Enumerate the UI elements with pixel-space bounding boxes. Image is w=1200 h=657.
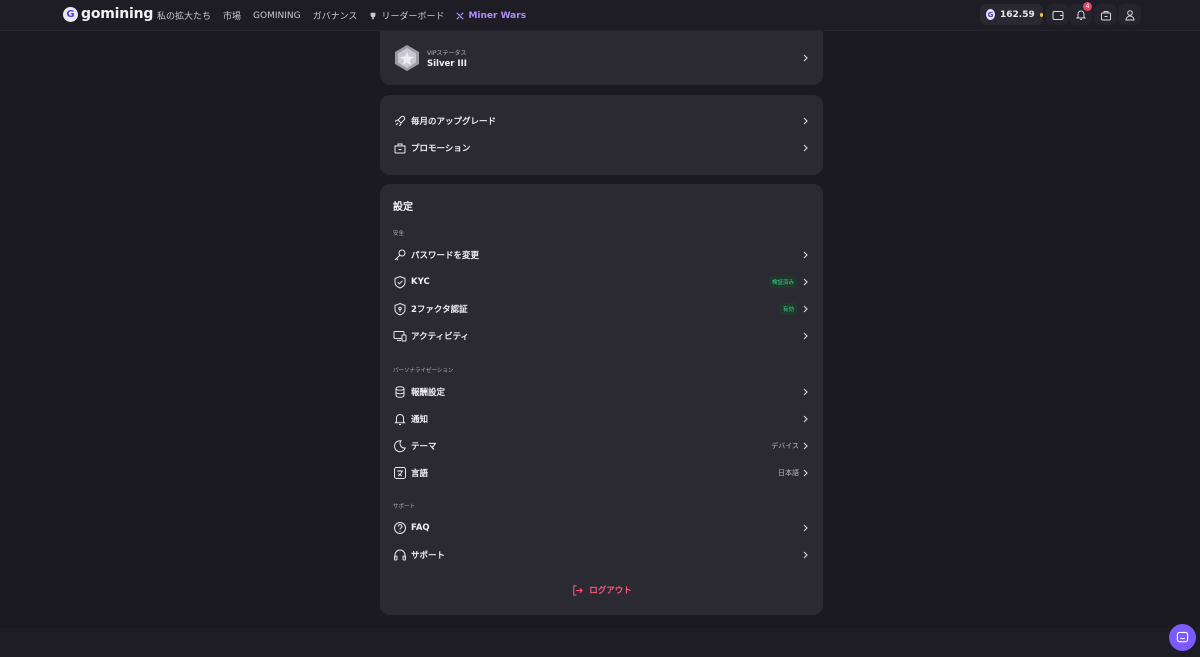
moon-icon xyxy=(394,439,406,452)
swords-icon xyxy=(456,11,465,20)
kyc-label: KYC xyxy=(411,276,430,287)
rocket-icon xyxy=(395,115,406,126)
shop-button[interactable] xyxy=(1094,4,1117,25)
monthly-upgrade-label: 毎月のアップグレード xyxy=(411,116,497,127)
footer xyxy=(0,628,1200,657)
language-label: 言語 xyxy=(411,468,429,479)
reward-settings-row[interactable]: 報酬設定 xyxy=(380,378,823,405)
activity-label: アクティビティ xyxy=(411,331,470,342)
chevron-right-icon xyxy=(803,117,808,124)
settings-title: 設定 xyxy=(393,202,413,213)
support-chat-button[interactable] xyxy=(1169,624,1196,651)
shield-check-icon xyxy=(394,275,406,289)
vip-status-value: Silver III xyxy=(427,59,467,69)
question-circle-icon xyxy=(394,521,406,534)
faq-row[interactable]: FAQ xyxy=(380,514,823,541)
chevron-right-icon xyxy=(803,388,808,395)
monthly-upgrade-row[interactable]: 毎月のアップグレード xyxy=(380,107,823,134)
language-row[interactable]: 言語 日本語 xyxy=(380,459,823,486)
wallet-button[interactable] xyxy=(1046,4,1069,25)
logout-label: ログアウト xyxy=(589,586,632,596)
support-label: サポート xyxy=(411,550,446,561)
chevron-right-icon xyxy=(803,442,808,449)
promotions-row[interactable]: プロモーション xyxy=(380,134,823,161)
nav-leaderboard-label: リーダーボード xyxy=(381,12,445,22)
activity-row[interactable]: アクティビティ xyxy=(380,322,823,349)
support-section-label: サポート xyxy=(393,504,416,510)
wallet-icon xyxy=(1052,10,1063,20)
chevron-right-icon xyxy=(803,54,808,62)
chevron-right-icon xyxy=(803,251,808,258)
security-section-label: 安全 xyxy=(393,231,405,237)
reward-settings-label: 報酬設定 xyxy=(411,387,446,398)
vip-status-label: VIPステータス xyxy=(427,50,467,57)
notifications-row[interactable]: 通知 xyxy=(380,405,823,432)
logo-text: gomining xyxy=(81,6,154,22)
chevron-right-icon xyxy=(803,551,808,558)
change-password-label: パスワードを変更 xyxy=(411,250,480,261)
notification-count-badge: 4 xyxy=(1083,2,1092,11)
notifications-button[interactable]: 4 xyxy=(1069,2,1092,25)
kyc-row[interactable]: KYC 検証済み xyxy=(380,268,823,295)
chevron-right-icon xyxy=(803,415,808,422)
nav-miner-wars[interactable]: Miner Wars xyxy=(456,9,526,22)
theme-row[interactable]: テーマ デバイス xyxy=(380,432,823,459)
theme-label: テーマ xyxy=(411,441,437,452)
vip-status-card[interactable]: VIPステータス Silver III xyxy=(380,31,823,85)
profile-button[interactable] xyxy=(1118,4,1141,25)
chevron-right-icon xyxy=(803,144,808,151)
two-factor-label: 2ファクタ認証 xyxy=(411,304,468,315)
silver-rank-icon xyxy=(395,45,419,71)
shop-icon xyxy=(1100,10,1111,20)
nav-governance[interactable]: ガバナンス xyxy=(313,9,358,22)
settings-card: 設定 安全 パスワードを変更 KYC 検証済み 2ファクタ認証 有効 アクティビ… xyxy=(380,184,823,615)
kyc-status-badge: 検証済み xyxy=(768,275,797,288)
logo[interactable]: G gomining xyxy=(63,6,153,22)
personalization-section-label: パーソナライゼーション xyxy=(393,368,454,374)
gift-box-icon xyxy=(394,143,406,153)
coins-stack-icon xyxy=(395,385,405,398)
chevron-right-icon xyxy=(803,305,808,312)
main-nav: 私の拡大たち 市場 GOMINING ガバナンス リーダーボード Miner W… xyxy=(157,9,526,23)
change-password-row[interactable]: パスワードを変更 xyxy=(380,241,823,268)
logout-icon xyxy=(573,584,584,596)
promotions-label: プロモーション xyxy=(411,143,471,154)
devices-icon xyxy=(393,330,407,341)
nav-miner-wars-label: Miner Wars xyxy=(468,10,527,21)
nav-market[interactable]: 市場 xyxy=(223,9,241,22)
notifications-label: 通知 xyxy=(411,414,429,425)
two-factor-status-badge: 有効 xyxy=(779,302,797,315)
chevron-right-icon xyxy=(803,332,808,339)
chevron-right-icon xyxy=(803,469,808,476)
trophy-icon xyxy=(371,12,376,19)
logo-icon: G xyxy=(63,6,78,22)
chevron-right-icon xyxy=(803,278,808,285)
chevron-right-icon xyxy=(803,524,808,531)
two-factor-row[interactable]: 2ファクタ認証 有効 xyxy=(380,295,823,322)
translate-icon xyxy=(394,466,406,479)
headphones-icon xyxy=(394,549,406,560)
chat-icon xyxy=(1176,631,1189,643)
key-icon xyxy=(394,249,406,260)
theme-value: デバイス xyxy=(771,441,799,450)
faq-label: FAQ xyxy=(411,522,430,533)
balance-status-dot xyxy=(1039,12,1043,17)
bell-icon xyxy=(394,413,406,425)
top-bar: G gomining 私の拡大たち 市場 GOMINING ガバナンス リーダー… xyxy=(0,0,1200,31)
balance-value: 162.59 xyxy=(1000,9,1035,20)
nav-leaderboard[interactable]: リーダーボード xyxy=(369,9,444,22)
shield-lock-icon xyxy=(394,302,406,316)
user-icon xyxy=(1124,9,1135,20)
balance-widget[interactable]: G 162.59 xyxy=(980,4,1043,25)
support-row[interactable]: サポート xyxy=(380,541,823,568)
nav-my-miners[interactable]: 私の拡大たち xyxy=(157,9,211,22)
language-value: 日本語 xyxy=(778,468,799,477)
logout-button[interactable]: ログアウト xyxy=(380,582,823,598)
upgrades-card: 毎月のアップグレード プロモーション xyxy=(380,95,823,175)
gomining-token-icon: G xyxy=(986,9,995,20)
nav-gomining[interactable]: GOMINING xyxy=(253,9,301,22)
